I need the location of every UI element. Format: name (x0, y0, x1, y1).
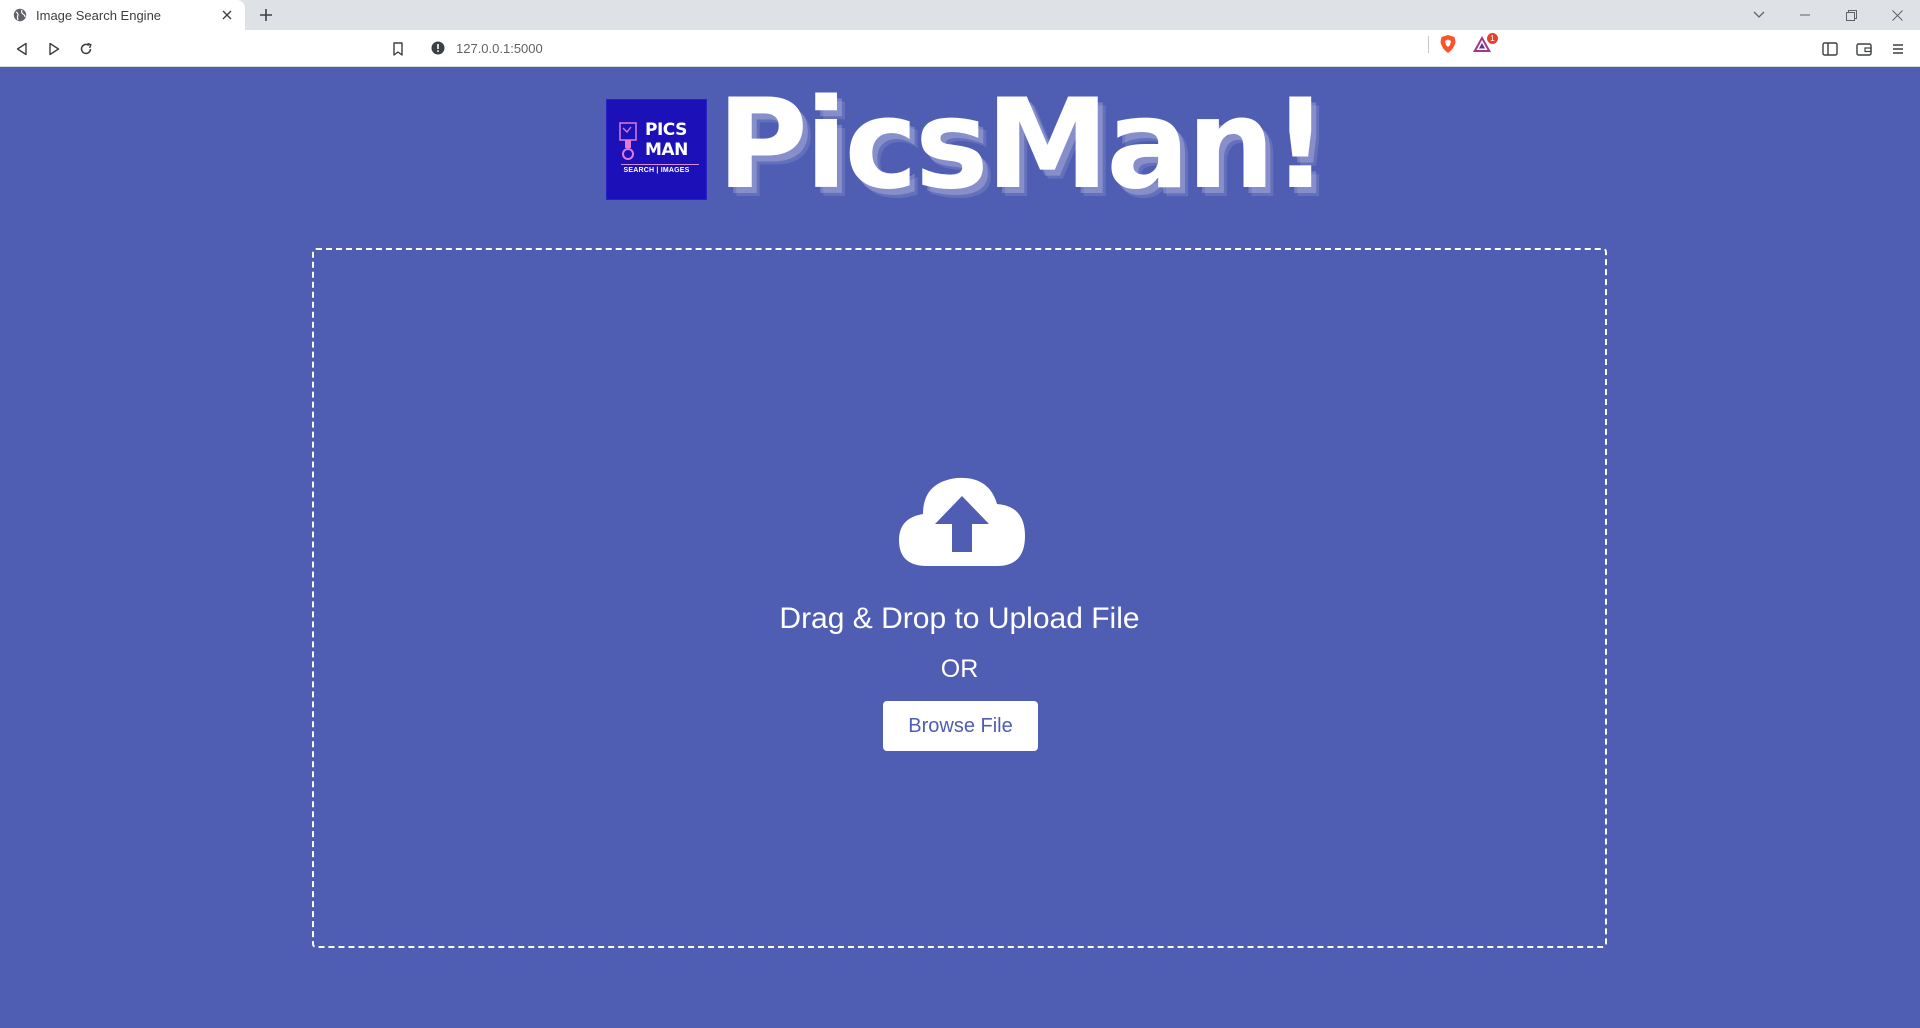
wallet-icon[interactable] (1852, 37, 1876, 61)
browser-toolbar: 127.0.0.1:5000 1 (0, 30, 1920, 67)
sidebar-icon[interactable] (1818, 37, 1842, 61)
close-tab-icon[interactable] (217, 5, 237, 25)
bookmark-icon[interactable] (386, 37, 410, 61)
rewards-badge: 1 (1487, 33, 1498, 44)
logo-divider (621, 163, 699, 165)
reload-icon[interactable] (74, 37, 98, 61)
address-bar[interactable]: 127.0.0.1:5000 (420, 34, 1500, 62)
logo-badge-line2: MAN (645, 139, 688, 160)
dropzone-title: Drag & Drop to Upload File (779, 602, 1140, 635)
brave-rewards-icon[interactable]: 1 (1470, 33, 1498, 55)
logo-tagline: SEARCH | IMAGES (623, 166, 690, 174)
logo-badge: PICS MAN SEARCH | IMAGES (606, 98, 707, 200)
url-text: 127.0.0.1:5000 (456, 40, 543, 56)
cloud-upload-icon (899, 477, 1025, 566)
tab-strip: Image Search Engine (0, 0, 1920, 30)
close-window-icon[interactable] (1874, 0, 1920, 30)
logo-wordmark: PicsMan! (717, 73, 1329, 217)
page-content: PICS MAN SEARCH | IMAGES PicsMan! Drag &… (0, 67, 1920, 1028)
globe-icon (12, 7, 28, 23)
site-logo: PICS MAN SEARCH | IMAGES PicsMan! (606, 83, 1329, 209)
minimize-icon[interactable] (1782, 0, 1828, 30)
back-icon[interactable] (10, 37, 34, 61)
upload-dropzone[interactable]: Drag & Drop to Upload File OR Browse Fil… (312, 248, 1607, 948)
browser-tab[interactable]: Image Search Engine (0, 0, 245, 30)
browse-file-button[interactable]: Browse File (883, 701, 1038, 751)
window-controls (1736, 0, 1920, 30)
address-divider (1428, 36, 1429, 53)
tab-title: Image Search Engine (36, 7, 162, 23)
logo-badge-line1: PICS (645, 119, 687, 140)
new-tab-button[interactable] (255, 4, 277, 26)
dropzone-or: OR (940, 655, 979, 683)
brave-shield-icon[interactable] (1437, 33, 1459, 55)
tab-search-icon[interactable] (1736, 0, 1782, 30)
restore-icon[interactable] (1828, 0, 1874, 30)
site-info-icon[interactable] (430, 40, 446, 56)
menu-icon[interactable] (1886, 37, 1910, 61)
paintbrush-icon (619, 121, 637, 160)
forward-icon[interactable] (42, 37, 66, 61)
toolbar-right (1818, 37, 1910, 61)
